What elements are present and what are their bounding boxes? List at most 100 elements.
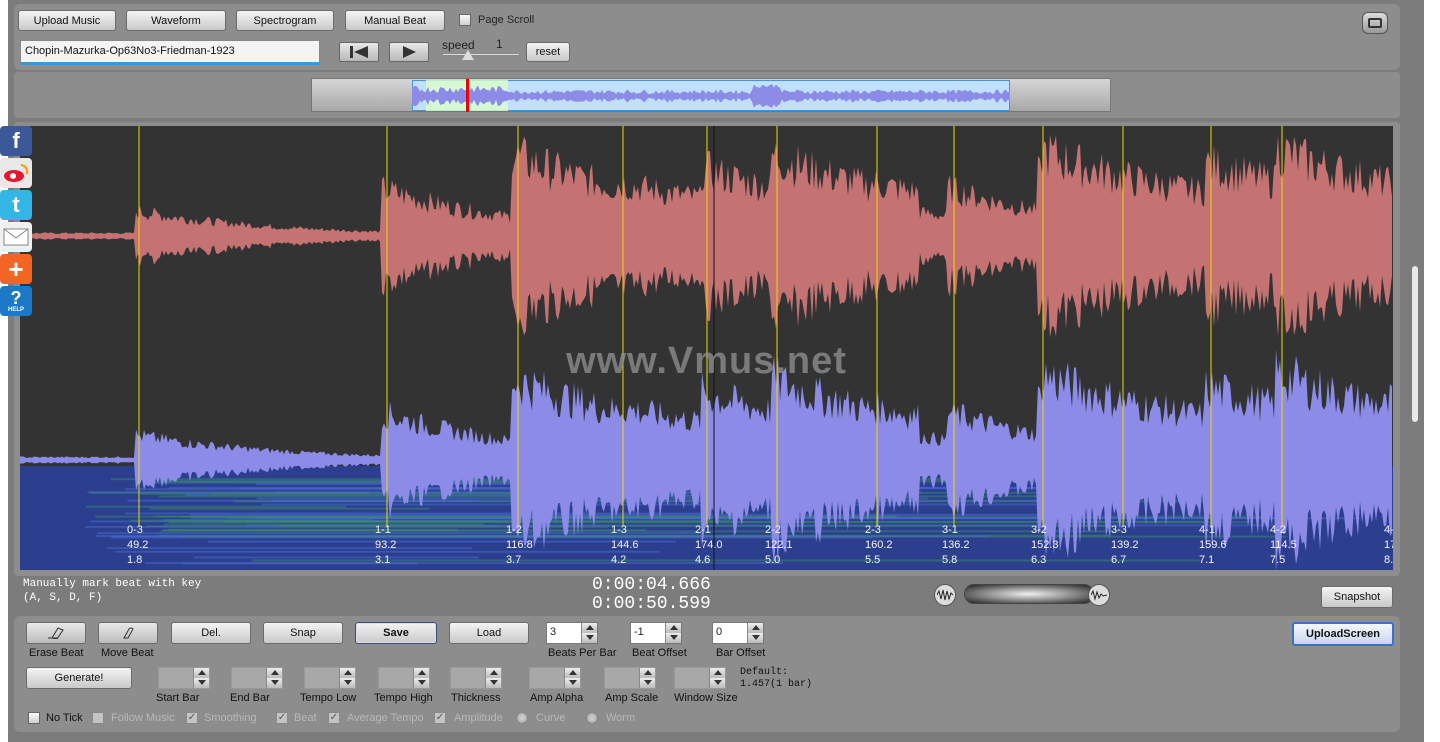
spin-up-icon[interactable]	[747, 623, 763, 633]
overview-waveform[interactable]	[311, 78, 1111, 112]
spin-down-icon[interactable]	[747, 633, 763, 643]
share-plus-icon[interactable]: +	[0, 254, 32, 284]
generate-button[interactable]: Generate!	[26, 667, 132, 689]
watermark: www.Vmus.net	[566, 340, 847, 382]
spin-down-icon[interactable]	[564, 678, 580, 688]
weibo-icon[interactable]	[0, 158, 32, 188]
beat-label: 2-1	[695, 524, 711, 536]
spin-up-icon[interactable]	[709, 668, 725, 678]
beat-tempo: 136.2	[942, 539, 970, 551]
upload-screen-button[interactable]: UploadScreen	[1292, 622, 1394, 646]
start-bar-input[interactable]	[158, 667, 210, 689]
eraser-icon	[48, 627, 64, 639]
spin-up-icon[interactable]	[665, 623, 681, 633]
bar-offset-value: 0	[716, 626, 723, 638]
volume-knob[interactable]	[964, 584, 1094, 604]
save-button[interactable]: Save	[355, 622, 437, 644]
speed-slider-thumb[interactable]	[462, 50, 474, 60]
move-beat-button[interactable]	[98, 622, 158, 644]
facebook-icon[interactable]: f	[0, 126, 32, 156]
manual-beat-button[interactable]: Manual Beat	[345, 10, 445, 31]
beat-label: 1-1	[375, 524, 391, 536]
thickness-input[interactable]	[450, 667, 502, 689]
page-scroll-checkbox[interactable]	[459, 14, 471, 26]
spectrogram-button[interactable]: Spectrogram	[236, 10, 334, 31]
upload-music-button[interactable]: Upload Music	[18, 10, 116, 31]
load-button[interactable]: Load	[449, 622, 529, 644]
no-tick-checkbox[interactable]	[28, 712, 40, 724]
beat-tempo: 139.2	[1111, 539, 1139, 551]
beat-label: 3-2	[1031, 524, 1047, 536]
delete-beat-button[interactable]: Del.	[171, 622, 251, 644]
waveform-button[interactable]: Waveform	[126, 10, 226, 31]
beat-time: 4.6	[695, 554, 711, 566]
erase-beat-button[interactable]	[26, 622, 86, 644]
amp-alpha-input[interactable]	[529, 667, 581, 689]
amp-scale-input[interactable]	[604, 667, 656, 689]
beat-time: 5.5	[865, 554, 881, 566]
amp-scale-label: Amp Scale	[605, 692, 659, 704]
waveform-canvas[interactable]: www.Vmus.net 0-3 49.2 1.8 1-1 93.2 3.1 1-2 116.…	[20, 126, 1393, 570]
play-button[interactable]	[389, 42, 429, 62]
spin-down-icon[interactable]	[266, 678, 282, 688]
average-tempo-checkbox[interactable]: ✓	[328, 712, 340, 724]
start-bar-label: Start Bar	[156, 692, 200, 704]
beat-label: 1-3	[611, 524, 627, 536]
spin-down-icon[interactable]	[709, 678, 725, 688]
curve-radio[interactable]	[516, 712, 528, 724]
follow-music-checkbox[interactable]	[92, 712, 104, 724]
spin-up-icon[interactable]	[564, 668, 580, 678]
beat-time: 5.8	[942, 554, 958, 566]
amplitude-checkbox[interactable]: ✓	[434, 712, 446, 724]
beat-label: 1-3 144.6 4.2	[611, 523, 639, 568]
default-hint-line-2: 1.457(1 bar)	[740, 679, 813, 690]
speed-slider[interactable]	[442, 53, 520, 56]
spin-down-icon[interactable]	[581, 633, 597, 643]
beat-offset-input[interactable]: -1	[630, 622, 682, 644]
overview-playhead[interactable]	[466, 79, 469, 112]
reset-button[interactable]: reset	[526, 42, 570, 62]
end-bar-input[interactable]	[231, 667, 283, 689]
snapshot-button[interactable]: Snapshot	[1321, 586, 1393, 608]
spin-up-icon[interactable]	[581, 623, 597, 633]
window-size-input[interactable]	[674, 667, 726, 689]
spin-down-icon[interactable]	[339, 678, 355, 688]
tempo-high-input[interactable]	[378, 667, 430, 689]
spin-up-icon[interactable]	[485, 668, 501, 678]
beat-time: 6.7	[1111, 554, 1127, 566]
erase-beat-label: Erase Beat	[29, 647, 84, 659]
spin-down-icon[interactable]	[639, 678, 655, 688]
spin-down-icon[interactable]	[665, 633, 681, 643]
worm-radio[interactable]	[586, 712, 598, 724]
filename-field[interactable]: Chopin-Mazurka-Op63No3-Friedman-1923	[20, 40, 320, 65]
fullscreen-icon[interactable]	[1362, 12, 1388, 34]
spin-up-icon[interactable]	[266, 668, 282, 678]
spin-up-icon[interactable]	[413, 668, 429, 678]
snap-button[interactable]: Snap	[263, 622, 343, 644]
email-icon[interactable]	[0, 222, 32, 252]
beat-label: 1-2 116.8 3.7	[506, 523, 533, 568]
spin-up-icon[interactable]	[193, 668, 209, 678]
wave-fade-icon[interactable]	[1088, 584, 1110, 606]
spin-up-icon[interactable]	[339, 668, 355, 678]
scrollbar[interactable]	[1412, 266, 1418, 422]
beat-label: 2-2 122.1 5.0	[765, 523, 793, 568]
beat-label: 4-2 114.5 7.5	[1270, 523, 1297, 568]
help-icon[interactable]: ? HELP	[0, 286, 32, 316]
bar-offset-input[interactable]: 0	[712, 622, 764, 644]
beat-checkbox[interactable]: ✓	[276, 712, 288, 724]
spin-down-icon[interactable]	[193, 678, 209, 688]
skip-back-button[interactable]	[339, 42, 379, 62]
spin-up-icon[interactable]	[639, 668, 655, 678]
amp-alpha-label: Amp Alpha	[530, 692, 584, 704]
overview-wave	[412, 84, 1010, 108]
spin-down-icon[interactable]	[413, 678, 429, 688]
twitter-icon[interactable]: t	[0, 190, 32, 220]
smoothing-checkbox[interactable]: ✓	[186, 712, 198, 724]
waveform-upper	[20, 134, 1392, 338]
tempo-low-input[interactable]	[304, 667, 356, 689]
wave-volume-icon[interactable]	[934, 584, 956, 606]
beats-per-bar-input[interactable]: 3	[546, 622, 598, 644]
beat-time: 3.1	[375, 554, 391, 566]
spin-down-icon[interactable]	[485, 678, 501, 688]
